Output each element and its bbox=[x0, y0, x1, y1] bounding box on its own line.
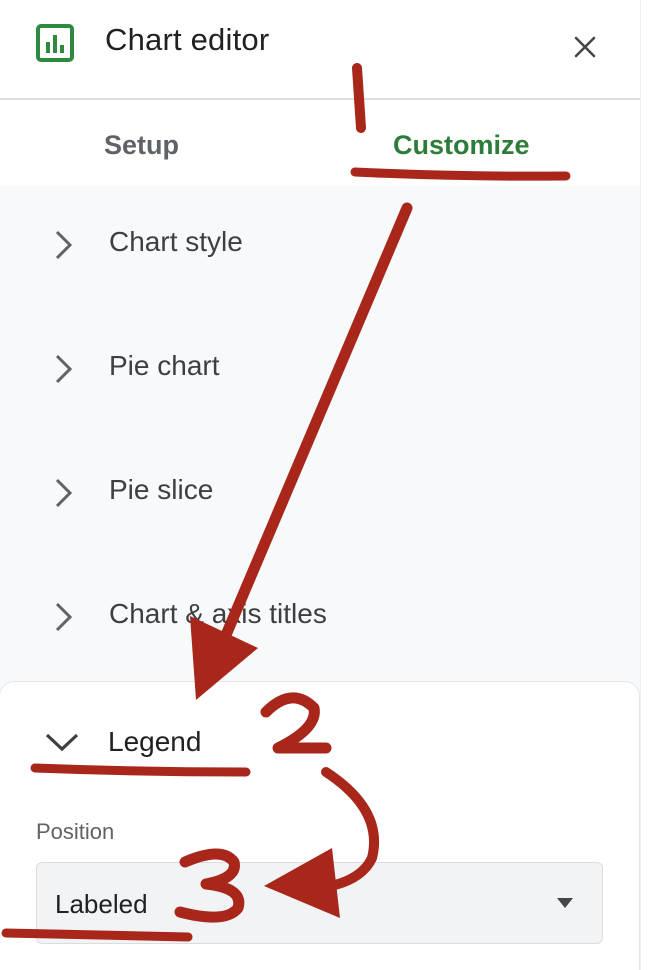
section-label: Pie slice bbox=[109, 474, 214, 505]
chevron-right-icon bbox=[55, 602, 73, 632]
chevron-down-icon bbox=[45, 733, 79, 752]
close-button[interactable] bbox=[568, 30, 602, 64]
section-chart-style[interactable]: Chart style bbox=[0, 200, 640, 290]
section-label: Chart & axis titles bbox=[109, 598, 327, 629]
chart-editor-panel: Chart editor Setup Customize Chart style… bbox=[0, 0, 641, 970]
tab-setup[interactable]: Setup bbox=[104, 130, 179, 161]
section-chart-axis-titles[interactable]: Chart & axis titles bbox=[0, 572, 640, 662]
close-icon bbox=[574, 36, 596, 58]
position-select[interactable]: Labeled bbox=[36, 862, 603, 944]
chevron-right-icon bbox=[55, 354, 73, 384]
editor-header: Chart editor bbox=[0, 0, 640, 100]
bar-chart-icon bbox=[36, 24, 74, 62]
tab-customize[interactable]: Customize bbox=[393, 130, 530, 161]
section-label: Pie chart bbox=[109, 350, 220, 381]
tab-bar: Setup Customize bbox=[0, 100, 640, 186]
dropdown-arrow-icon bbox=[557, 898, 573, 908]
section-label: Chart style bbox=[109, 226, 243, 257]
legend-label: Legend bbox=[108, 726, 202, 757]
chevron-right-icon bbox=[55, 478, 73, 508]
section-pie-slice[interactable]: Pie slice bbox=[0, 448, 640, 538]
section-pie-chart[interactable]: Pie chart bbox=[0, 324, 640, 414]
legend-header[interactable]: Legend bbox=[0, 682, 639, 792]
editor-title: Chart editor bbox=[105, 22, 270, 57]
legend-section: Legend Position Labeled bbox=[0, 682, 639, 970]
position-value: Labeled bbox=[55, 889, 148, 919]
chevron-right-icon bbox=[55, 230, 73, 260]
position-label: Position bbox=[36, 819, 115, 844]
